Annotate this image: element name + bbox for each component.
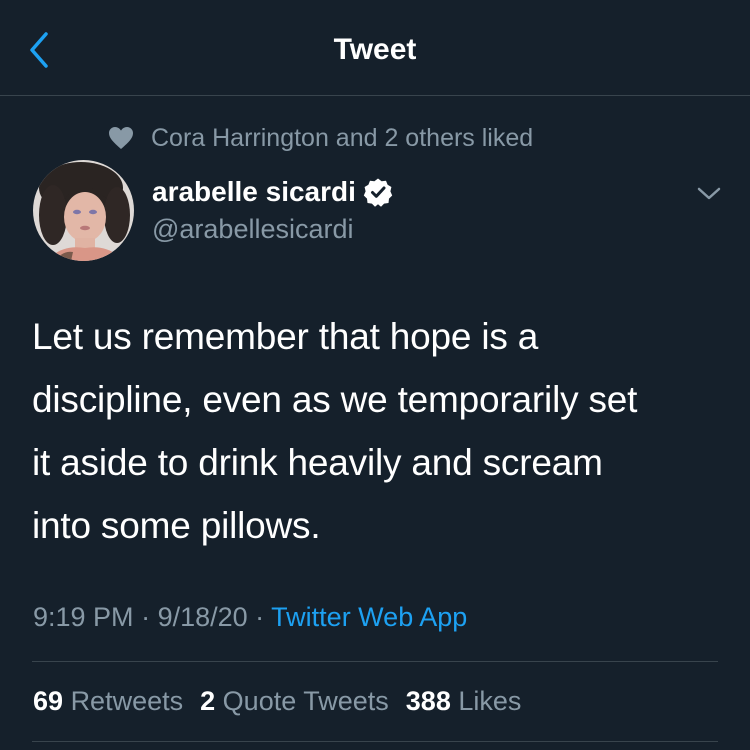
meta-separator: · (247, 602, 272, 632)
tweet-date: 9/18/20 (157, 602, 248, 632)
tweet-source-link[interactable]: Twitter Web App (271, 602, 467, 632)
tweet-time: 9:19 PM (33, 602, 134, 632)
author-handle[interactable]: @arabellesicardi (152, 214, 354, 245)
tweet-meta: 9:19 PM · 9/18/20 · Twitter Web App (33, 602, 467, 633)
likes-label: Likes (458, 686, 522, 716)
likes-stat[interactable]: 388 Likes (406, 686, 522, 717)
verified-badge-icon (363, 178, 393, 207)
chevron-down-icon[interactable] (694, 182, 724, 206)
tweet-text: Let us remember that hope is a disciplin… (32, 316, 638, 546)
page-title: Tweet (333, 33, 417, 66)
author-name-row[interactable]: arabelle sicardi (152, 176, 393, 208)
quote-tweets-stat[interactable]: 2 Quote Tweets (200, 686, 389, 717)
quote-tweets-count: 2 (200, 686, 216, 716)
avatar-image (33, 160, 134, 261)
quote-tweets-label: Quote Tweets (222, 686, 389, 716)
top-bar: Tweet (0, 0, 750, 96)
avatar[interactable] (33, 160, 134, 261)
retweets-stat[interactable]: 69 Retweets (33, 686, 183, 717)
retweets-label: Retweets (70, 686, 184, 716)
author-display-name: arabelle sicardi (152, 176, 356, 207)
social-context-text: Cora Harrington and 2 others liked (151, 123, 534, 152)
likes-count: 388 (405, 686, 451, 716)
tweet-stats: 69 Retweets 2 Quote Tweets 388 Likes (33, 686, 538, 717)
retweets-count: 69 (33, 686, 64, 716)
divider (32, 741, 718, 742)
divider (32, 661, 718, 662)
social-context[interactable]: Cora Harrington and 2 others liked (108, 121, 533, 155)
heart-icon (109, 127, 133, 149)
meta-separator: · (133, 602, 158, 632)
